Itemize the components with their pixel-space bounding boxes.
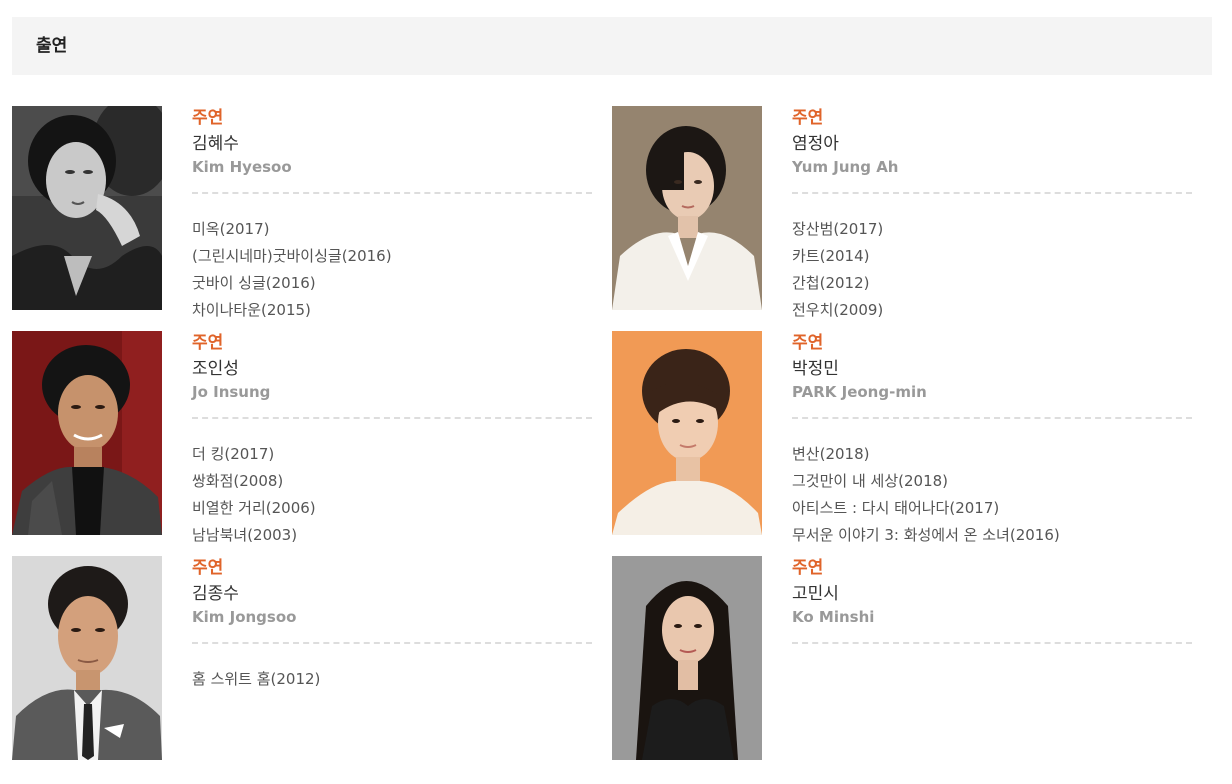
filmography-list: 미옥(2017) (그린시네마)굿바이싱글(2016) 굿바이 싱글(2016)…	[192, 216, 392, 324]
dashed-divider	[792, 192, 1192, 194]
actor-name-korean[interactable]: 염정아	[792, 133, 839, 155]
film-link[interactable]: 카트(2014)	[792, 243, 883, 270]
role-label: 주연	[192, 333, 224, 353]
film-link[interactable]: 차이나타운(2015)	[192, 297, 392, 324]
cast-card: 주연 박정민 PARK Jeong-min 변산(2018) 그것만이 내 세상…	[612, 331, 1194, 556]
film-link[interactable]: 간첩(2012)	[792, 270, 883, 297]
dashed-divider	[192, 192, 592, 194]
actor-photo[interactable]	[12, 106, 162, 310]
filmography-list: 장산범(2017) 카트(2014) 간첩(2012) 전우치(2009)	[792, 216, 883, 324]
film-link[interactable]: 미옥(2017)	[192, 216, 392, 243]
dashed-divider	[192, 417, 592, 419]
cast-card: 주연 염정아 Yum Jung Ah 장산범(2017) 카트(2014) 간첩…	[612, 106, 1194, 331]
dashed-divider	[792, 417, 1192, 419]
film-link[interactable]: 장산범(2017)	[792, 216, 883, 243]
actor-name-english[interactable]: Kim Jongsoo	[192, 607, 296, 627]
role-label: 주연	[192, 558, 224, 578]
cast-card: 주연 김혜수 Kim Hyesoo 미옥(2017) (그린시네마)굿바이싱글(…	[12, 106, 594, 331]
actor-name-korean[interactable]: 김혜수	[192, 133, 239, 155]
film-link[interactable]: 남남북녀(2003)	[192, 522, 316, 549]
section-title: 출연	[36, 36, 68, 56]
film-link[interactable]: (그린시네마)굿바이싱글(2016)	[192, 243, 392, 270]
film-link[interactable]: 그것만이 내 세상(2018)	[792, 468, 1060, 495]
actor-name-english[interactable]: Kim Hyesoo	[192, 157, 292, 177]
section-header: 출연	[12, 17, 1212, 75]
film-link[interactable]: 변산(2018)	[792, 441, 1060, 468]
filmography-list: 홈 스위트 홈(2012)	[192, 666, 320, 693]
film-link[interactable]: 홈 스위트 홈(2012)	[192, 666, 320, 693]
filmography-list: 변산(2018) 그것만이 내 세상(2018) 아티스트 : 다시 태어나다(…	[792, 441, 1060, 549]
film-link[interactable]: 더 킹(2017)	[192, 441, 316, 468]
actor-name-english[interactable]: Yum Jung Ah	[792, 157, 899, 177]
actor-name-korean[interactable]: 박정민	[792, 358, 839, 380]
dashed-divider	[192, 642, 592, 644]
role-label: 주연	[192, 108, 224, 128]
actor-name-korean[interactable]: 조인성	[192, 358, 239, 380]
cast-card: 주연 김종수 Kim Jongsoo 홈 스위트 홈(2012)	[12, 556, 594, 781]
cast-card: 주연 고민시 Ko Minshi	[612, 556, 1194, 781]
actor-name-english[interactable]: PARK Jeong-min	[792, 382, 927, 402]
role-label: 주연	[792, 108, 824, 128]
actor-photo[interactable]	[612, 106, 762, 310]
actor-photo[interactable]	[612, 556, 762, 760]
film-link[interactable]: 무서운 이야기 3: 화성에서 온 소녀(2016)	[792, 522, 1060, 549]
film-link[interactable]: 굿바이 싱글(2016)	[192, 270, 392, 297]
cast-card: 주연 조인성 Jo Insung 더 킹(2017) 쌍화점(2008) 비열한…	[12, 331, 594, 556]
actor-photo[interactable]	[12, 331, 162, 535]
actor-photo[interactable]	[12, 556, 162, 760]
actor-name-english[interactable]: Jo Insung	[192, 382, 270, 402]
actor-photo[interactable]	[612, 331, 762, 535]
film-link[interactable]: 아티스트 : 다시 태어나다(2017)	[792, 495, 1060, 522]
actor-name-english[interactable]: Ko Minshi	[792, 607, 874, 627]
dashed-divider	[792, 642, 1192, 644]
actor-name-korean[interactable]: 고민시	[792, 583, 839, 605]
actor-name-korean[interactable]: 김종수	[192, 583, 239, 605]
film-link[interactable]: 비열한 거리(2006)	[192, 495, 316, 522]
role-label: 주연	[792, 333, 824, 353]
film-link[interactable]: 전우치(2009)	[792, 297, 883, 324]
role-label: 주연	[792, 558, 824, 578]
filmography-list: 더 킹(2017) 쌍화점(2008) 비열한 거리(2006) 남남북녀(20…	[192, 441, 316, 549]
film-link[interactable]: 쌍화점(2008)	[192, 468, 316, 495]
